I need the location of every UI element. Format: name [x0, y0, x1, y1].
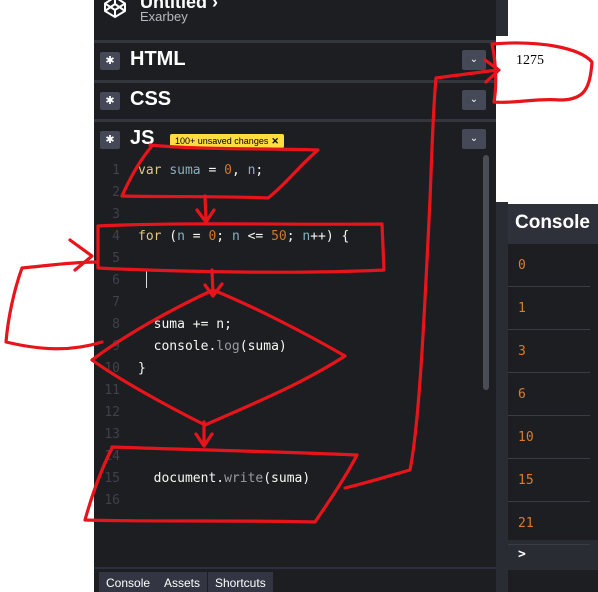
code-token: console. [138, 339, 217, 354]
code-line[interactable]: 10} [94, 358, 474, 380]
css-panel-header[interactable]: ✱ CSS ⌄ [94, 80, 496, 116]
code-text: console.log(suma) [138, 336, 287, 358]
console-line: 3 [508, 330, 590, 373]
console-line: 6 [508, 373, 590, 416]
line-number: 15 [104, 471, 120, 486]
code-token: = [184, 229, 209, 244]
code-token: n [231, 229, 240, 244]
line-number: 13 [104, 427, 120, 442]
code-line[interactable]: 14 [94, 446, 474, 468]
code-token: ; [255, 163, 264, 178]
line-number: 14 [104, 449, 120, 464]
line-number: 8 [112, 317, 120, 332]
console-line: 15 [508, 459, 590, 502]
code-text: document.write(suma) [138, 468, 311, 490]
code-token: (suma) [263, 471, 311, 486]
code-token: ( [161, 229, 178, 244]
code-token: for [138, 229, 162, 244]
code-line[interactable]: 13 [94, 424, 474, 446]
gear-icon[interactable]: ✱ [100, 131, 120, 149]
pen-author[interactable]: Exarbey [140, 9, 188, 24]
code-text: for (n = 0; n <= 50; n++) { [138, 226, 349, 248]
line-number: 3 [112, 207, 120, 222]
code-token: , [231, 163, 248, 178]
line-number: 11 [104, 383, 120, 398]
line-number: 4 [112, 229, 120, 244]
code-token: suma += n; [138, 317, 232, 332]
code-line[interactable]: 5 [94, 248, 474, 270]
code-line[interactable]: 3 [94, 204, 474, 226]
assets-tab[interactable]: Assets [157, 572, 208, 592]
console-line: 10 [508, 416, 590, 459]
code-line[interactable]: 6 [94, 270, 474, 292]
code-token: n [177, 229, 185, 244]
editor-column: Untitled › Exarbey ✱ HTML ⌄ ✱ CSS ⌄ ✱ JS… [94, 0, 496, 592]
gear-icon[interactable]: ✱ [100, 52, 120, 70]
code-token: write [224, 471, 264, 486]
code-token: ++) { [310, 229, 350, 244]
close-icon[interactable]: ✕ [271, 136, 279, 146]
pen-titlebar: Untitled › Exarbey [94, 0, 496, 38]
code-token: ; [216, 229, 232, 244]
code-line[interactable]: 15 document.write(suma) [94, 468, 474, 490]
code-line[interactable]: 11 [94, 380, 474, 402]
code-token: = [200, 163, 225, 178]
console-panel: Console > 0 1 3 6 10 15 21 [508, 204, 598, 592]
html-panel-title: HTML [130, 48, 186, 70]
chevron-down-icon[interactable]: ⌄ [462, 50, 486, 70]
code-line[interactable]: 16 [94, 490, 474, 512]
gear-icon[interactable]: ✱ [100, 92, 120, 110]
console-line: 0 [508, 244, 590, 287]
code-token: log [216, 339, 240, 354]
code-token: } [138, 361, 146, 376]
line-number: 1 [112, 163, 120, 178]
line-number: 2 [112, 185, 120, 200]
code-token: document. [138, 471, 225, 486]
line-number: 5 [112, 251, 120, 266]
code-line[interactable]: 1 var suma = 0, n; [94, 160, 474, 182]
console-line: 21 [508, 502, 590, 545]
code-line[interactable]: 4 for (n = 0; n <= 50; n++) { [94, 226, 474, 248]
console-title: Console [508, 204, 598, 244]
console-line: 1 [508, 287, 590, 330]
code-token: 50 [271, 229, 287, 244]
code-token: <= [239, 229, 272, 244]
chevron-down-icon[interactable]: ⌄ [462, 90, 486, 110]
output-text: 1275 [516, 53, 544, 68]
code-line[interactable]: 12 [94, 402, 474, 424]
code-token: 0 [224, 163, 232, 178]
code-line[interactable]: 7 [94, 292, 474, 314]
result-output: 1275 [496, 36, 598, 202]
code-line[interactable]: 2 [94, 182, 474, 204]
shortcuts-tab[interactable]: Shortcuts [208, 572, 273, 592]
edit-title-icon[interactable]: › [212, 0, 218, 12]
chevron-down-icon[interactable]: ⌄ [462, 129, 486, 149]
annotation-loop-back [4, 238, 104, 351]
code-text: suma += n; [138, 314, 232, 336]
codepen-cube-icon [104, 0, 126, 18]
code-line[interactable]: 9 console.log(suma) [94, 336, 474, 358]
code-text: } [138, 358, 146, 380]
code-token: (suma) [239, 339, 287, 354]
code-line[interactable]: 8 suma += n; [94, 314, 474, 336]
editor-scrollbar[interactable] [483, 155, 489, 390]
line-number: 9 [112, 339, 120, 354]
css-panel-title: CSS [130, 88, 172, 110]
line-number: 6 [112, 273, 120, 288]
js-panel-title: JS [130, 127, 155, 149]
unsaved-changes-badge[interactable]: 100+ unsaved changes ✕ [170, 134, 284, 148]
bottom-bar: Console Assets Shortcuts [94, 567, 496, 592]
line-number: 12 [104, 405, 120, 420]
code-text: var suma = 0, n; [138, 160, 263, 182]
code-token: ; [286, 229, 303, 244]
console-tab[interactable]: Console [99, 572, 158, 592]
line-number: 7 [112, 295, 120, 310]
js-panel-header[interactable]: ✱ JS 100+ unsaved changes ✕ ⌄ [94, 119, 496, 155]
html-panel-header[interactable]: ✱ HTML ⌄ [94, 40, 496, 76]
code-token: var [138, 163, 170, 178]
js-code-editor[interactable]: 1 var suma = 0, n; 2 3 4 for (n = 0; n <= 50;… [94, 155, 496, 567]
code-token: suma [169, 163, 201, 178]
line-number: 16 [104, 493, 120, 508]
line-number: 10 [104, 361, 120, 376]
